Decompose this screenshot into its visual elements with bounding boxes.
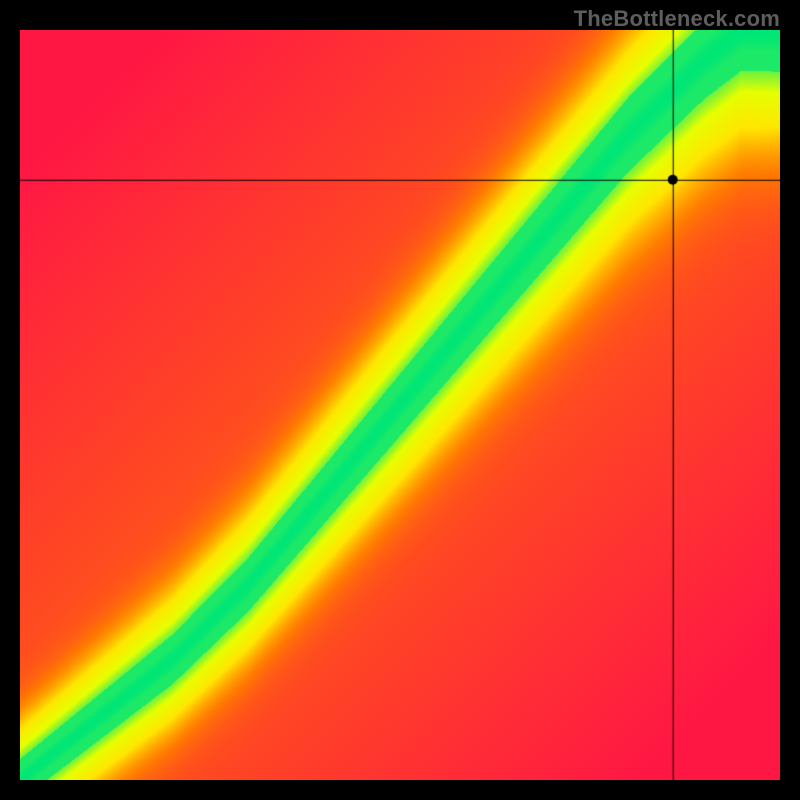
bottleneck-heatmap bbox=[20, 30, 780, 780]
chart-container: TheBottleneck.com bbox=[0, 0, 800, 800]
watermark-text: TheBottleneck.com bbox=[574, 6, 780, 32]
